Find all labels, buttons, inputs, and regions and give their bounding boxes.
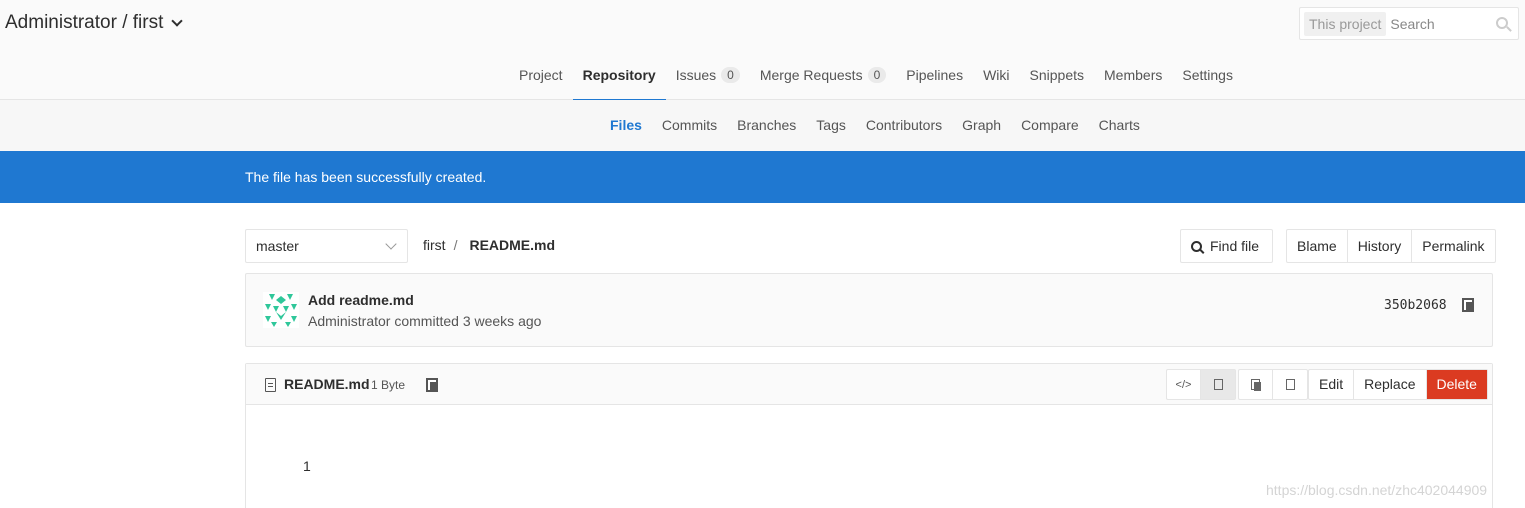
nav-snippets[interactable]: Snippets xyxy=(1020,50,1094,100)
watermark-text: https://blog.csdn.net/zhc402044909 xyxy=(1266,482,1488,498)
code-icon: </> xyxy=(1175,378,1192,391)
nav-wiki-label: Wiki xyxy=(983,67,1010,83)
nav-snippets-label: Snippets xyxy=(1029,67,1085,83)
subnav-compare[interactable]: Compare xyxy=(1011,100,1089,151)
subnav-graph[interactable]: Graph xyxy=(952,100,1011,151)
view-toggle-group: </> xyxy=(1166,369,1236,400)
copy-raw-group xyxy=(1238,369,1308,400)
nav-pipelines-label: Pipelines xyxy=(906,67,964,83)
file-name: README.md xyxy=(284,376,370,392)
search-icon xyxy=(1191,240,1202,252)
replace-button[interactable]: Replace xyxy=(1354,370,1427,399)
nav-settings[interactable]: Settings xyxy=(1172,50,1243,100)
subnav-charts[interactable]: Charts xyxy=(1089,100,1150,151)
copy-sha-icon[interactable] xyxy=(1462,298,1474,312)
commit-sha[interactable]: 350b2068 xyxy=(1384,298,1447,313)
breadcrumb: first / README.md xyxy=(423,237,555,253)
rendered-view-button[interactable] xyxy=(1201,370,1235,399)
search-box[interactable]: This project Search xyxy=(1299,7,1519,40)
subnav-commits[interactable]: Commits xyxy=(652,100,727,151)
source-view-button[interactable]: </> xyxy=(1167,370,1201,399)
document-icon xyxy=(1213,379,1223,390)
chevron-down-icon[interactable] xyxy=(171,15,184,27)
flash-notice: The file has been successfully created. xyxy=(0,151,1525,203)
project-nav: Project Repository Issues 0 Merge Request… xyxy=(509,50,1243,101)
nav-issues-label: Issues xyxy=(675,67,717,83)
file-content: 1 xyxy=(303,458,311,474)
copy-icon xyxy=(1250,378,1261,391)
file-history-button-group: Blame History Permalink xyxy=(1286,229,1496,263)
breadcrumb-project[interactable]: first xyxy=(423,237,446,253)
branch-selector[interactable]: master xyxy=(245,229,408,263)
issues-count-badge: 0 xyxy=(721,67,740,83)
nav-project[interactable]: Project xyxy=(509,50,573,100)
merge-requests-count-badge: 0 xyxy=(867,67,887,83)
project-title[interactable]: Administrator / first xyxy=(5,12,184,34)
nav-settings-label: Settings xyxy=(1182,67,1233,83)
delete-button[interactable]: Delete xyxy=(1426,370,1487,399)
file-header: README.md 1 Byte </> Edit Replace Delete xyxy=(246,364,1492,405)
avatar[interactable] xyxy=(263,292,299,328)
subnav-contributors[interactable]: Contributors xyxy=(856,100,952,151)
history-button[interactable]: History xyxy=(1348,230,1413,262)
commit-message[interactable]: Add readme.md xyxy=(308,292,414,308)
nav-pipelines[interactable]: Pipelines xyxy=(896,50,973,100)
file-size: 1 Byte xyxy=(371,378,406,392)
nav-issues[interactable]: Issues 0 xyxy=(666,50,750,100)
copy-contents-button[interactable] xyxy=(1239,370,1273,399)
nav-members-label: Members xyxy=(1104,67,1163,83)
nav-merge-requests[interactable]: Merge Requests 0 xyxy=(750,50,896,100)
nav-merge-requests-label: Merge Requests xyxy=(759,67,863,83)
top-header: Administrator / first This project Searc… xyxy=(0,0,1525,101)
chevron-down-icon xyxy=(385,238,397,250)
search-icon xyxy=(1496,17,1508,29)
project-title-text[interactable]: Administrator / first xyxy=(5,12,163,34)
open-raw-button[interactable] xyxy=(1273,370,1307,399)
blame-button[interactable]: Blame xyxy=(1287,230,1348,262)
breadcrumb-file: README.md xyxy=(469,237,556,253)
nav-repository-label: Repository xyxy=(582,67,656,83)
repository-subnav: Files Commits Branches Tags Contributors… xyxy=(0,100,1525,151)
breadcrumb-separator: / xyxy=(453,237,458,253)
file-actions-group: Edit Replace Delete xyxy=(1308,369,1488,400)
nav-project-label: Project xyxy=(519,67,563,83)
subnav-tags[interactable]: Tags xyxy=(806,100,856,151)
nav-repository[interactable]: Repository xyxy=(572,50,666,101)
search-input[interactable]: Search xyxy=(1390,16,1434,32)
subnav-files[interactable]: Files xyxy=(600,100,652,151)
search-scope-badge: This project xyxy=(1304,11,1387,36)
nav-wiki[interactable]: Wiki xyxy=(973,50,1019,100)
nav-members[interactable]: Members xyxy=(1094,50,1172,100)
last-commit-box: Add readme.md Administrator committed 3 … xyxy=(245,273,1493,347)
find-file-label: Find file xyxy=(1210,238,1260,254)
edit-button[interactable]: Edit xyxy=(1309,370,1355,399)
branch-name: master xyxy=(256,238,299,254)
copy-file-path-icon[interactable] xyxy=(426,378,438,392)
subnav-branches[interactable]: Branches xyxy=(727,100,806,151)
find-file-button[interactable]: Find file xyxy=(1180,229,1273,263)
raw-file-icon xyxy=(1285,379,1295,390)
permalink-button[interactable]: Permalink xyxy=(1412,230,1494,262)
file-text-icon xyxy=(265,378,276,392)
commit-meta: Administrator committed 3 weeks ago xyxy=(308,313,542,329)
